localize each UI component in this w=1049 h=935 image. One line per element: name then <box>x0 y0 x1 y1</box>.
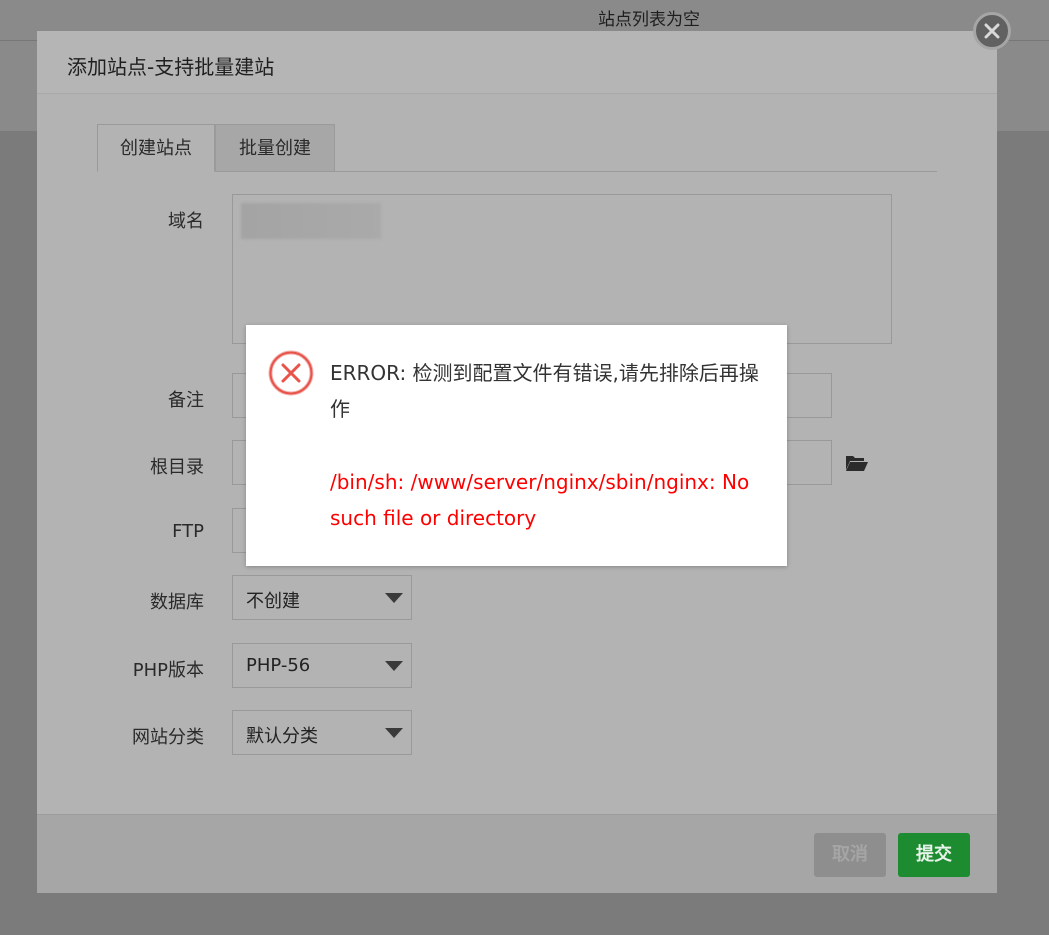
site-category-label: 网站分类 <box>132 727 204 748</box>
domain-value-redacted <box>241 203 381 239</box>
site-category-select[interactable]: 默认分类 <box>232 710 412 755</box>
database-label: 数据库 <box>150 592 204 613</box>
database-select[interactable]: 不创建 <box>232 575 412 620</box>
php-version-select[interactable]: PHP-56 <box>232 643 412 688</box>
domain-label: 域名 <box>168 211 204 232</box>
site-category-select-value: 默认分类 <box>246 726 318 747</box>
site-list-empty-text: 站点列表为空 <box>598 10 700 30</box>
php-version-select-value: PHP-56 <box>246 655 311 676</box>
folder-open-icon[interactable] <box>845 453 869 473</box>
close-icon <box>984 23 1000 39</box>
dialog-title: 添加站点-支持批量建站 <box>67 55 275 79</box>
ftp-label: FTP <box>172 521 204 542</box>
error-popup: ERROR: 检测到配置文件有错误,请先排除后再操作 /bin/sh: /www… <box>246 325 787 566</box>
php-version-label: PHP版本 <box>132 660 204 681</box>
error-detail: /bin/sh: /www/server/nginx/sbin/nginx: N… <box>330 470 750 530</box>
dialog-close-button[interactable] <box>973 12 1011 50</box>
remark-label: 备注 <box>168 390 204 411</box>
error-circle-x-icon <box>268 350 314 396</box>
root-dir-label: 根目录 <box>150 457 204 478</box>
database-select-value: 不创建 <box>246 591 300 612</box>
cancel-button[interactable]: 取消 <box>814 833 886 877</box>
submit-button[interactable]: 提交 <box>898 833 970 877</box>
dialog-footer: 取消 提交 <box>37 814 997 893</box>
tab-create-site[interactable]: 创建站点 <box>97 124 215 172</box>
dialog-header: 添加站点-支持批量建站 <box>37 31 997 94</box>
error-message: ERROR: 检测到配置文件有错误,请先排除后再操作 <box>330 361 759 421</box>
chevron-down-icon <box>385 593 403 603</box>
chevron-down-icon <box>385 728 403 738</box>
tab-batch-create[interactable]: 批量创建 <box>215 124 335 172</box>
chevron-down-icon <box>385 661 403 671</box>
